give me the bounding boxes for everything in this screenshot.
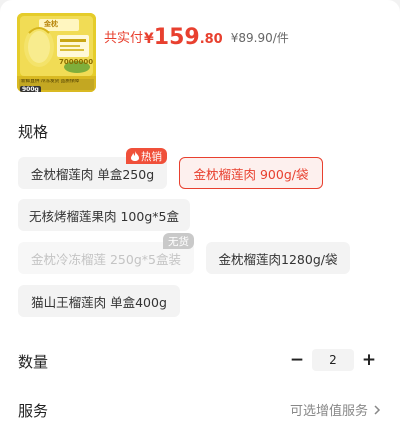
currency-symbol: ¥ xyxy=(144,31,154,47)
thumb-brand-text: 金枕 xyxy=(44,20,58,28)
spec-option-label: 金枕榴莲肉1280g/袋 xyxy=(218,251,338,267)
out-of-stock-badge: 无货 xyxy=(163,233,194,249)
spec-option-label: 无核烤榴莲果肉 100g*5盒 xyxy=(29,208,179,224)
spec-option-roasted-100g[interactable]: 无核烤榴莲果肉 100g*5盒 xyxy=(18,199,190,231)
quantity-input[interactable]: 2 xyxy=(312,349,354,371)
spec-option-900g[interactable]: 金枕榴莲肉 900g/袋 xyxy=(179,157,323,189)
thumb-sales-text: 7000000 xyxy=(59,58,94,66)
spec-option-1280g[interactable]: 金枕榴莲肉1280g/袋 xyxy=(206,242,350,274)
service-selector[interactable]: 可选增值服务 xyxy=(290,400,382,419)
spec-option-label: 金枕榴莲肉 900g/袋 xyxy=(193,166,309,182)
spec-option-label: 金枕榴莲肉 单盒250g xyxy=(30,166,155,182)
increase-button[interactable]: + xyxy=(360,349,378,371)
thumb-tags-text: 新鲜直供 冷冻发货 品质保障 xyxy=(21,79,80,84)
service-title: 服务 xyxy=(18,402,49,420)
quantity-stepper: − 2 + xyxy=(288,349,378,371)
hot-badge: 热销 xyxy=(126,148,167,164)
spec-title: 规格 xyxy=(18,123,49,141)
total-price-label: 共实付 xyxy=(104,31,144,46)
decrease-button[interactable]: − xyxy=(288,349,306,371)
unit-price: ¥89.90/件 xyxy=(230,31,289,45)
sku-sheet: 金枕 7000000 新鲜直供 冷冻发货 品质保障 900g 共实付 ¥ 159… xyxy=(0,0,400,425)
quantity-title: 数量 xyxy=(18,353,49,371)
spec-option-label: 猫山王榴莲肉 单盒400g xyxy=(31,294,167,310)
price-integer: 159 xyxy=(153,25,200,50)
product-thumbnail: 金枕 7000000 新鲜直供 冷冻发货 品质保障 900g xyxy=(17,13,96,92)
price-decimal: .80 xyxy=(199,32,223,47)
spec-option-musang-king-400g[interactable]: 猫山王榴莲肉 单盒400g xyxy=(18,285,180,317)
spec-option-label: 金枕冷冻榴莲 250g*5盒装 xyxy=(31,251,181,267)
hot-badge-label: 热销 xyxy=(141,150,162,163)
price-line: 共实付 ¥ 159 .80 ¥89.90/件 xyxy=(104,24,289,50)
chevron-right-icon xyxy=(374,404,381,415)
service-hint-text: 可选增值服务 xyxy=(289,404,368,419)
thumb-weight-text: 900g xyxy=(20,86,41,92)
flame-icon xyxy=(131,151,139,161)
out-of-stock-label: 无货 xyxy=(168,235,189,248)
